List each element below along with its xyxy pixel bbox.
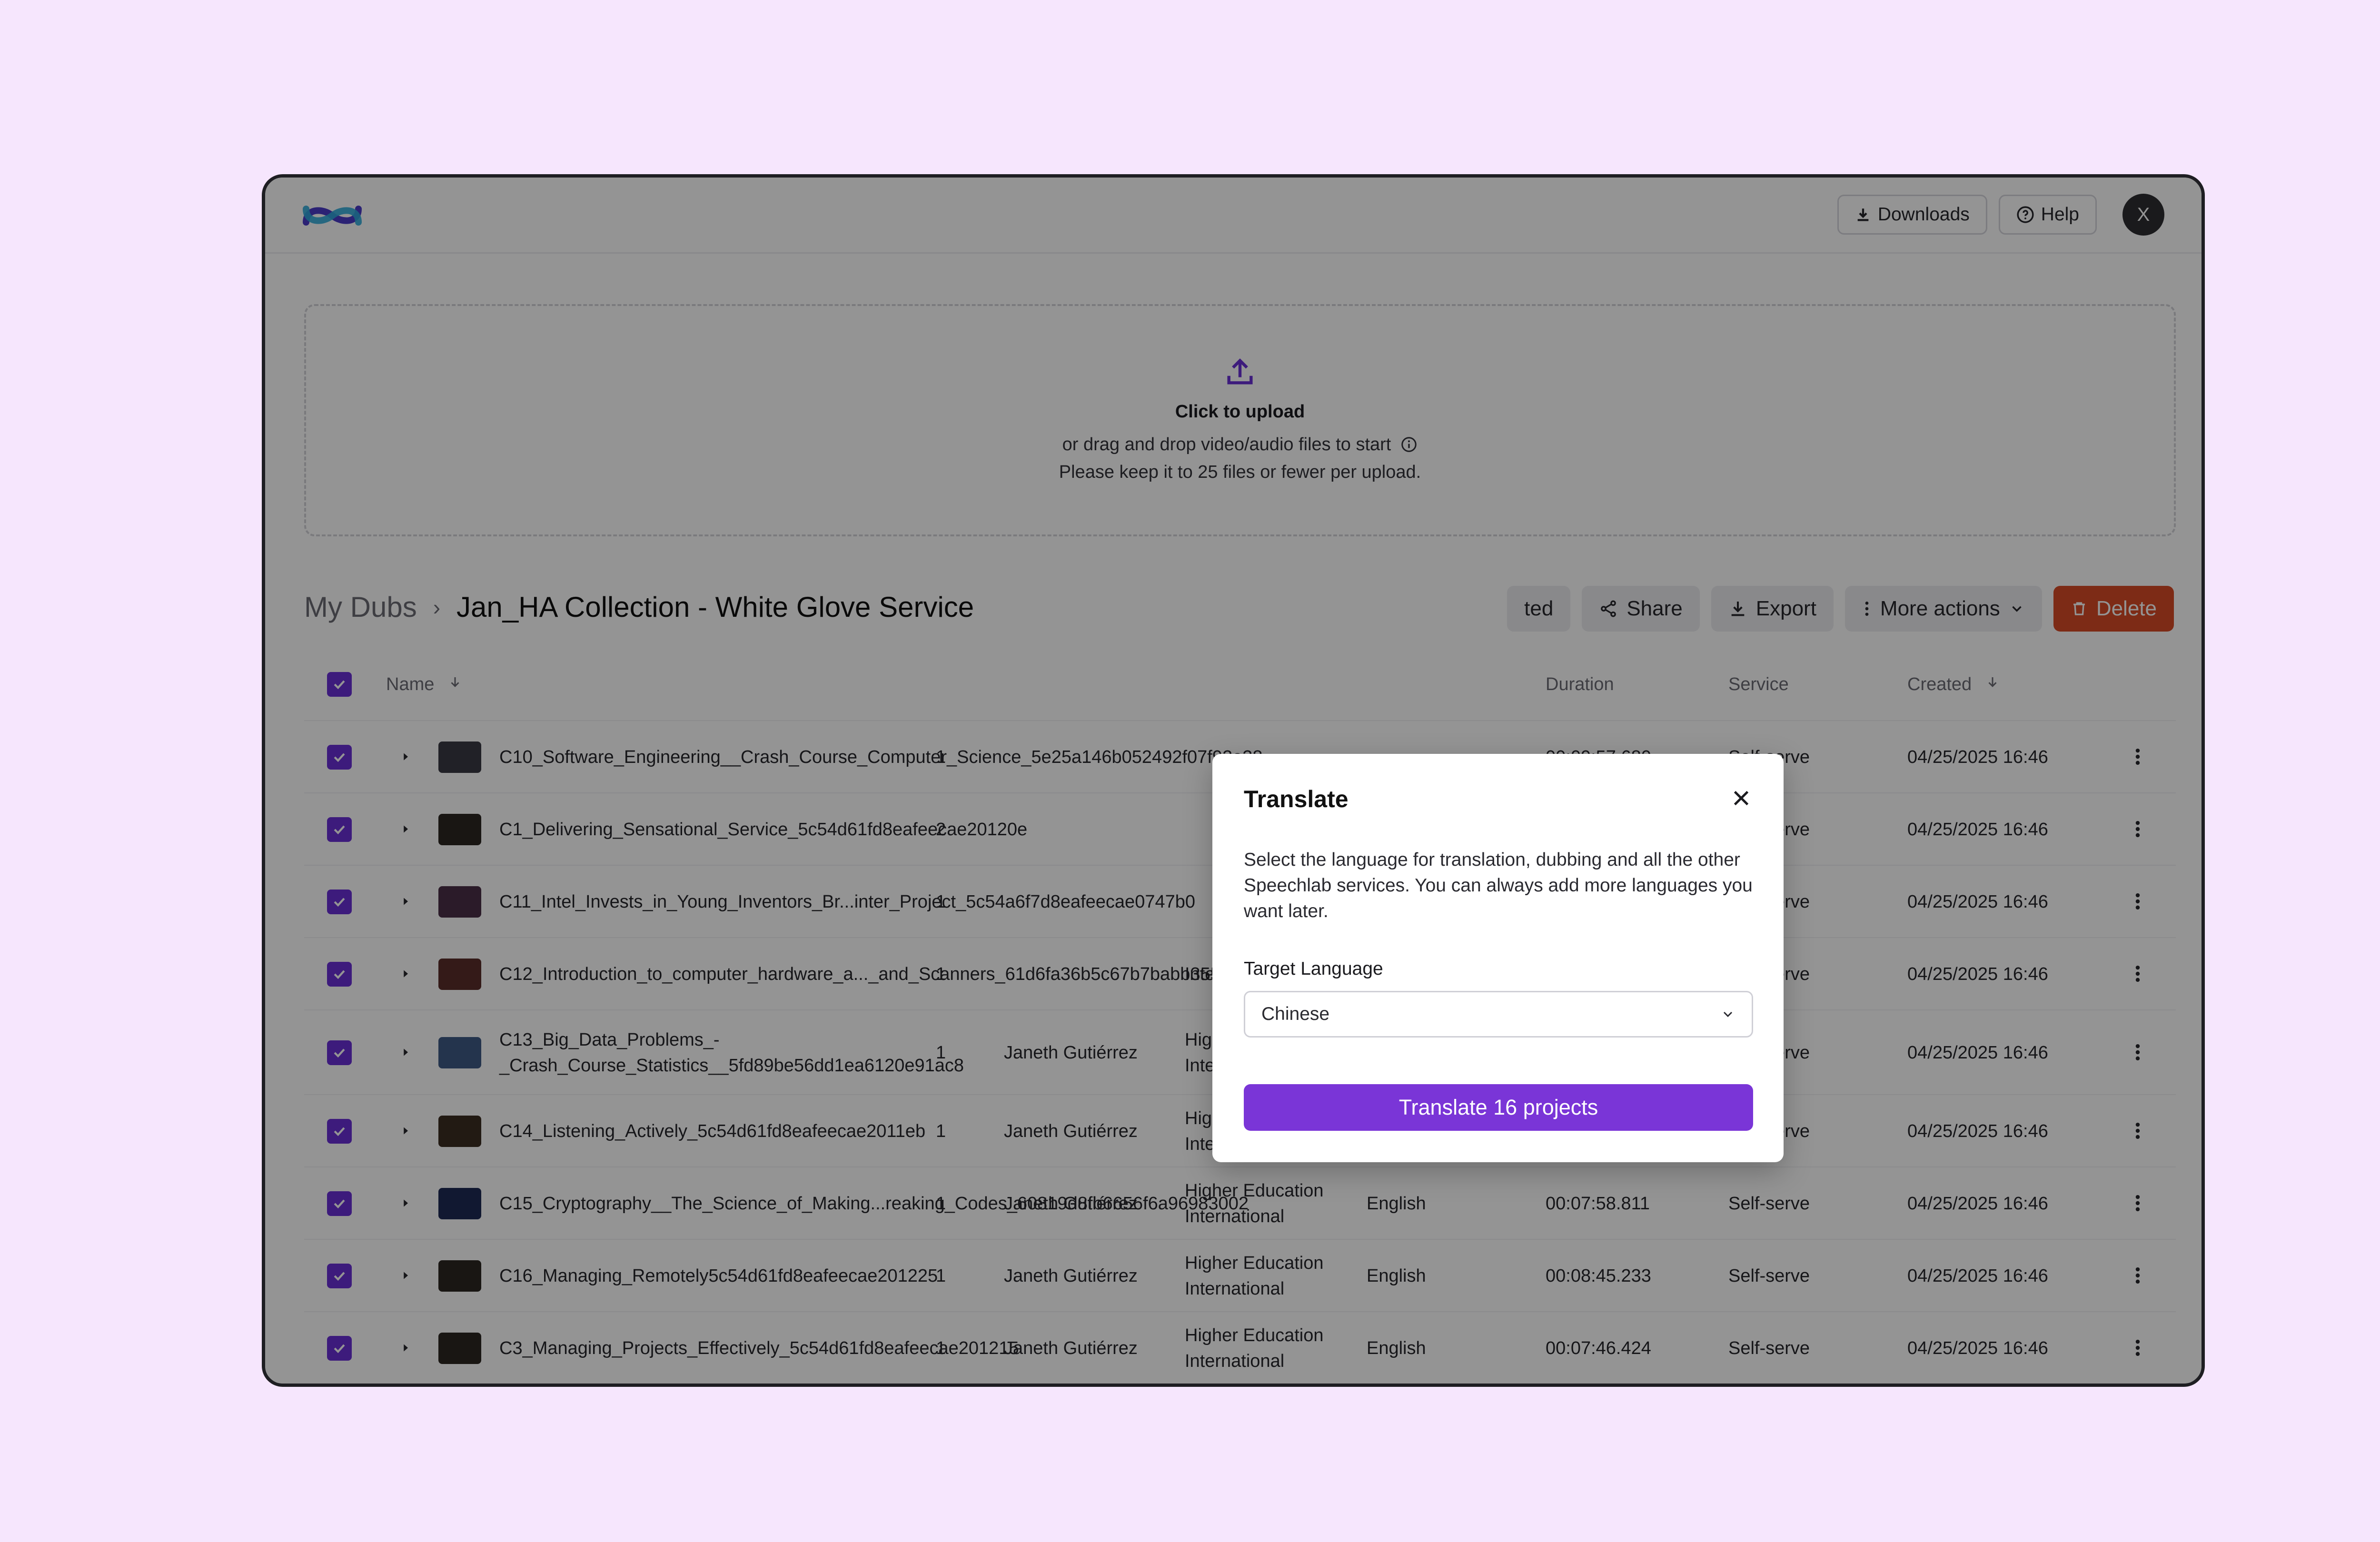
dialog-title: Translate <box>1244 786 1349 812</box>
dialog-description: Select the language for translation, dub… <box>1244 850 1753 921</box>
translate-dialog: Translate Select the language for transl… <box>1212 754 1784 1162</box>
target-language-select[interactable]: Chinese <box>1244 991 1753 1038</box>
selected-language: Chinese <box>1261 1004 1330 1024</box>
target-language-label: Target Language <box>1244 959 1383 979</box>
translate-submit-button[interactable]: Translate 16 projects <box>1244 1084 1753 1131</box>
chevron-down-icon <box>1723 1011 1733 1018</box>
app-window: Downloads Help X Click to upload or drag… <box>262 174 2205 1387</box>
close-icon[interactable] <box>1730 787 1752 809</box>
